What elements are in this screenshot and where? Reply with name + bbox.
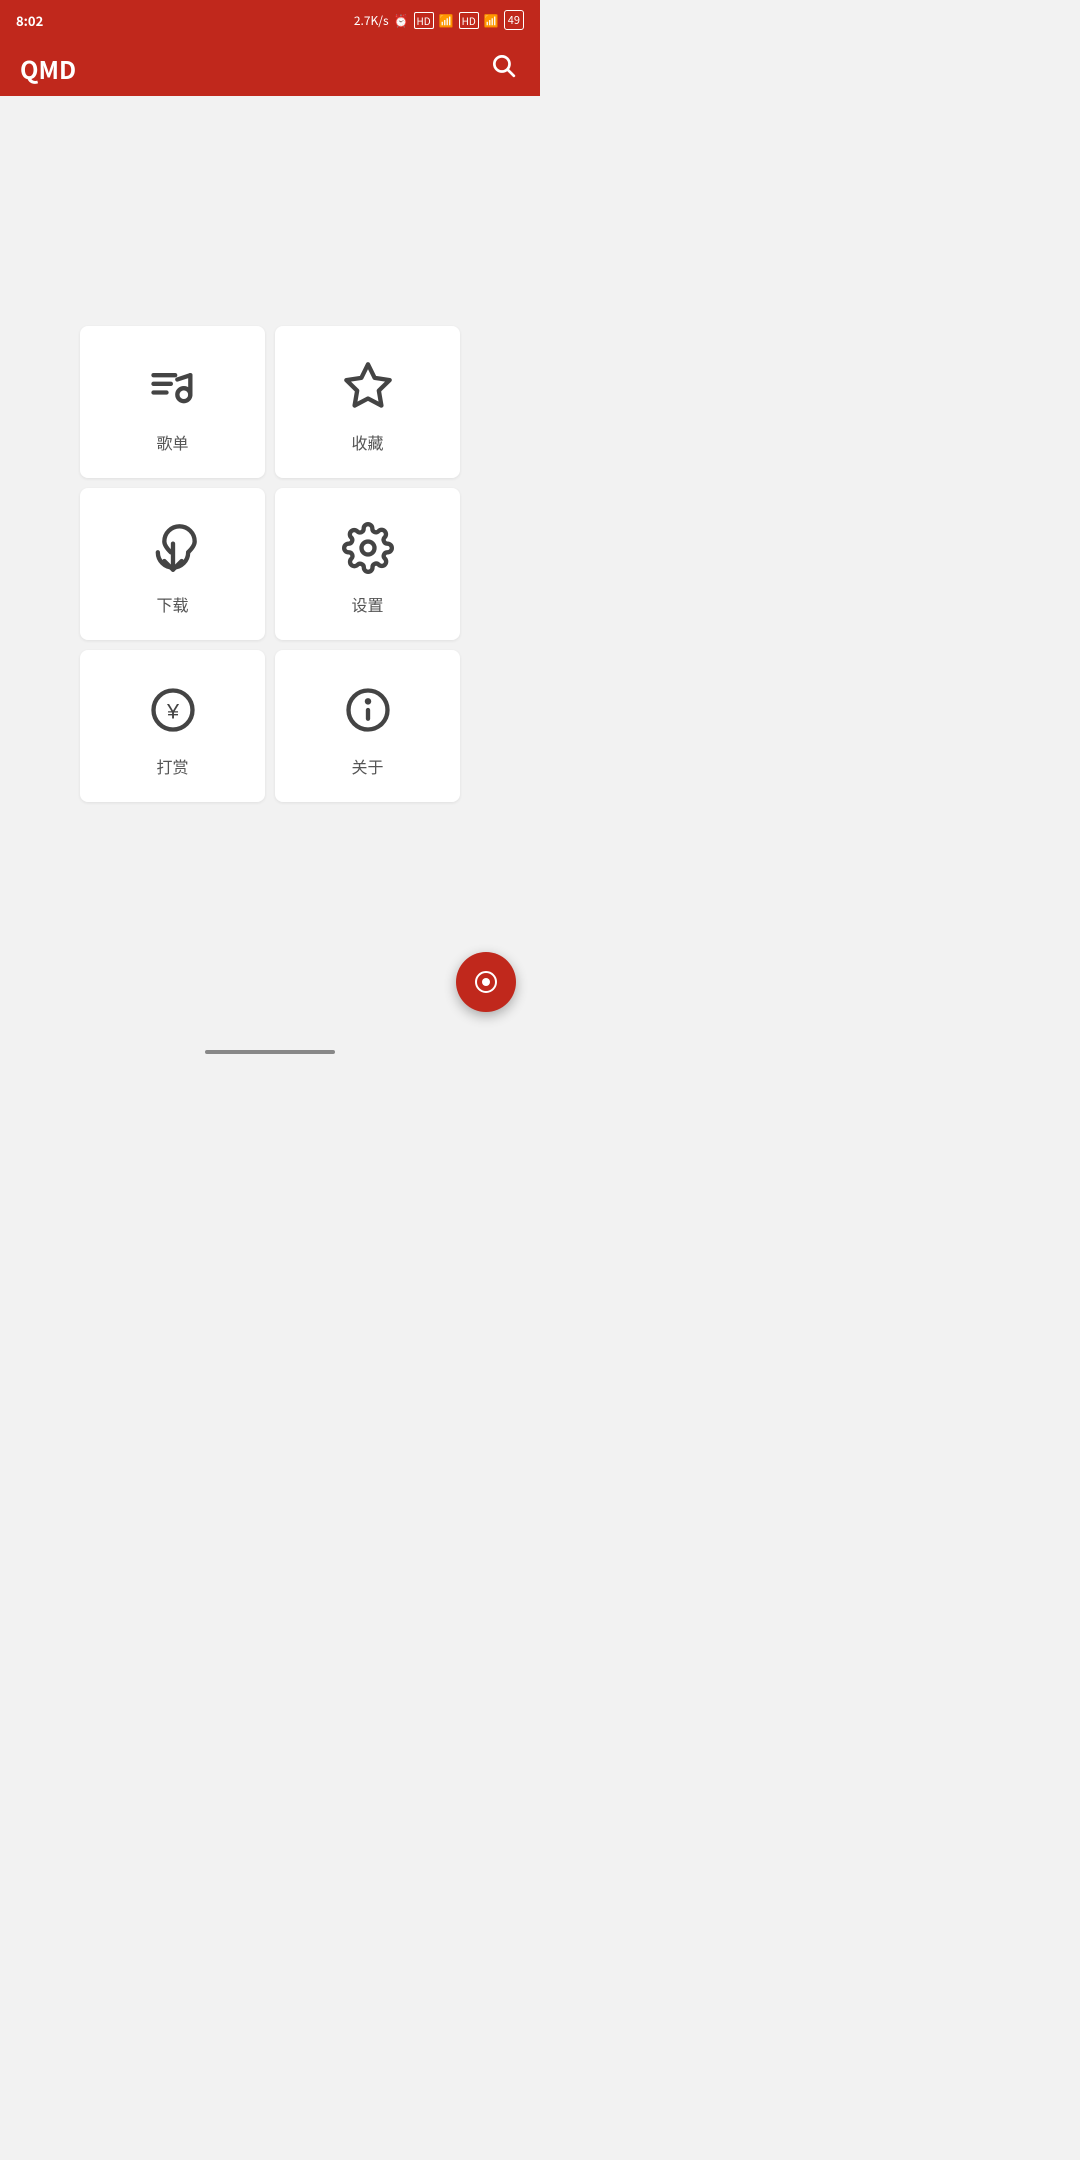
grid-item-download[interactable]: 下载: [80, 488, 265, 640]
fab-record-icon: [475, 971, 497, 993]
grid-item-about[interactable]: 关于: [275, 650, 460, 802]
settings-icon: [338, 518, 398, 578]
search-icon: [490, 52, 516, 78]
grid-item-favorites[interactable]: 收藏: [275, 326, 460, 478]
app-title: QMD: [20, 51, 76, 86]
clock-icon: ⏰: [394, 12, 409, 29]
search-button[interactable]: [486, 48, 520, 89]
status-bar: 8:02 2.7K/s ⏰ HD 📶 HD 📶 49: [0, 0, 540, 40]
main-content: 歌单 收藏 下载: [0, 96, 540, 1032]
settings-label: 设置: [351, 592, 383, 616]
hd-badge-1: HD: [414, 12, 434, 29]
battery-indicator: 49: [504, 10, 524, 30]
download-icon: [143, 518, 203, 578]
info-icon: [338, 680, 398, 740]
signal-icon-1: 📶: [439, 12, 454, 29]
menu-grid: 歌单 收藏 下载: [60, 306, 480, 822]
favorites-label: 收藏: [351, 430, 383, 454]
svg-text:¥: ¥: [165, 699, 179, 724]
fab-play-button[interactable]: [456, 952, 516, 1012]
about-label: 关于: [351, 754, 383, 778]
signal-icon-2: 📶: [484, 12, 499, 29]
music-list-icon: [143, 356, 203, 416]
bottom-home-indicator: [205, 1050, 335, 1054]
grid-item-playlist[interactable]: 歌单: [80, 326, 265, 478]
yen-icon: ¥: [143, 680, 203, 740]
status-time: 8:02: [16, 11, 43, 30]
network-speed: 2.7K/s: [354, 12, 389, 29]
app-bar: QMD: [0, 40, 540, 96]
grid-item-settings[interactable]: 设置: [275, 488, 460, 640]
download-label: 下载: [156, 592, 188, 616]
playlist-label: 歌单: [156, 430, 188, 454]
hd-badge-2: HD: [459, 12, 479, 29]
bottom-bar: [0, 1032, 540, 1080]
tip-label: 打赏: [156, 754, 188, 778]
status-right: 2.7K/s ⏰ HD 📶 HD 📶 49: [354, 10, 524, 30]
star-icon: [338, 356, 398, 416]
grid-item-tip[interactable]: ¥ 打赏: [80, 650, 265, 802]
